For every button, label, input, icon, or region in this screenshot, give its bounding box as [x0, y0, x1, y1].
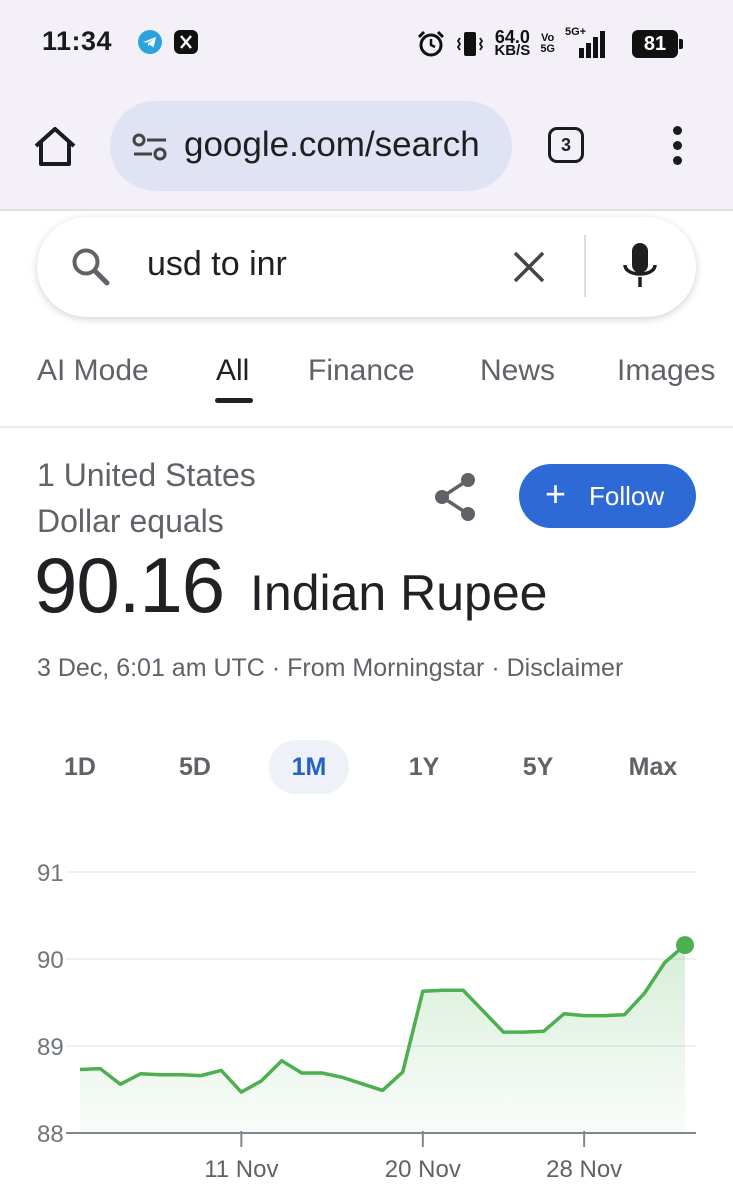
rate-timestamp: 3 Dec, 6:01 am UTC — [37, 654, 265, 682]
home-icon[interactable] — [30, 122, 80, 172]
y-tick-label: 89 — [37, 1034, 64, 1061]
network-speed: 64.0 KB/S — [494, 28, 531, 59]
status-time: 11:34 — [42, 26, 113, 56]
range-1d[interactable]: 1D — [40, 740, 120, 794]
x-icon — [174, 30, 198, 54]
search-icon[interactable] — [69, 245, 113, 289]
tab-switcher-button[interactable]: 3 — [548, 127, 584, 163]
meta-separator: · — [271, 654, 281, 682]
url-text[interactable]: google.com/search — [184, 125, 494, 165]
search-box[interactable]: usd to inr — [37, 217, 696, 317]
series-area — [80, 945, 685, 1133]
chrome-divider — [0, 209, 733, 211]
rate-meta: 3 Dec, 6:01 am UTC · From Morningstar · … — [37, 654, 623, 683]
site-settings-icon[interactable] — [132, 133, 168, 161]
y-tick-label: 90 — [37, 947, 64, 974]
browser-chrome: 11:34 64.0 KB/S Vo 5G 5G+ 81 google.com/… — [0, 0, 733, 210]
follow-button[interactable]: + Follow — [519, 464, 696, 528]
search-tabs: AI Mode All Finance News Images — [0, 350, 733, 428]
search-divider — [584, 235, 586, 297]
tab-images[interactable]: Images — [617, 354, 715, 388]
tab-finance[interactable]: Finance — [308, 354, 415, 388]
y-tick-label: 88 — [37, 1121, 64, 1148]
volte-bottom: 5G — [540, 43, 555, 55]
range-max[interactable]: Max — [613, 740, 693, 794]
url-bar[interactable]: google.com/search — [110, 101, 512, 191]
tab-ai-mode[interactable]: AI Mode — [37, 354, 149, 388]
follow-label: Follow — [589, 481, 665, 511]
equals-label: 1 United States Dollar equals — [37, 457, 256, 539]
disclaimer-link[interactable]: Disclaimer — [507, 654, 624, 682]
share-icon[interactable] — [432, 470, 480, 524]
last-point-marker — [676, 936, 694, 955]
mic-icon[interactable] — [619, 239, 661, 293]
clear-icon[interactable] — [511, 249, 547, 285]
active-tab-indicator — [215, 398, 253, 403]
range-5y[interactable]: 5Y — [498, 740, 578, 794]
x-tick-label: 20 Nov — [385, 1156, 461, 1183]
exchange-rate-value: 90.16 — [34, 541, 225, 629]
range-1m[interactable]: 1M — [269, 740, 349, 794]
battery-indicator: 81 — [632, 30, 683, 58]
target-currency: Indian Rupee — [250, 565, 548, 621]
volte-indicator: Vo 5G — [540, 33, 555, 55]
alarm-icon — [418, 30, 445, 57]
range-5d[interactable]: 5D — [155, 740, 235, 794]
network-speed-unit: KB/S — [494, 42, 531, 59]
search-input[interactable]: usd to inr — [147, 245, 287, 284]
plus-icon: + — [545, 473, 567, 514]
y-tick-label: 91 — [37, 860, 64, 887]
telegram-icon — [138, 30, 162, 54]
vibrate-icon — [457, 32, 484, 56]
more-menu-icon[interactable] — [668, 126, 688, 166]
tab-all[interactable]: All — [216, 354, 249, 388]
x-tick-label: 11 Nov — [204, 1156, 278, 1183]
signal-icon: 5G+ — [565, 26, 609, 60]
exchange-rate-chart[interactable]: 88 89 90 91 11 Nov 20 Nov 28 Nov — [0, 830, 733, 1200]
meta-separator: · — [491, 654, 500, 682]
rate-source: From Morningstar — [287, 654, 485, 682]
range-1y[interactable]: 1Y — [384, 740, 464, 794]
x-tick-label: 28 Nov — [546, 1156, 622, 1183]
tab-news[interactable]: News — [480, 354, 555, 388]
